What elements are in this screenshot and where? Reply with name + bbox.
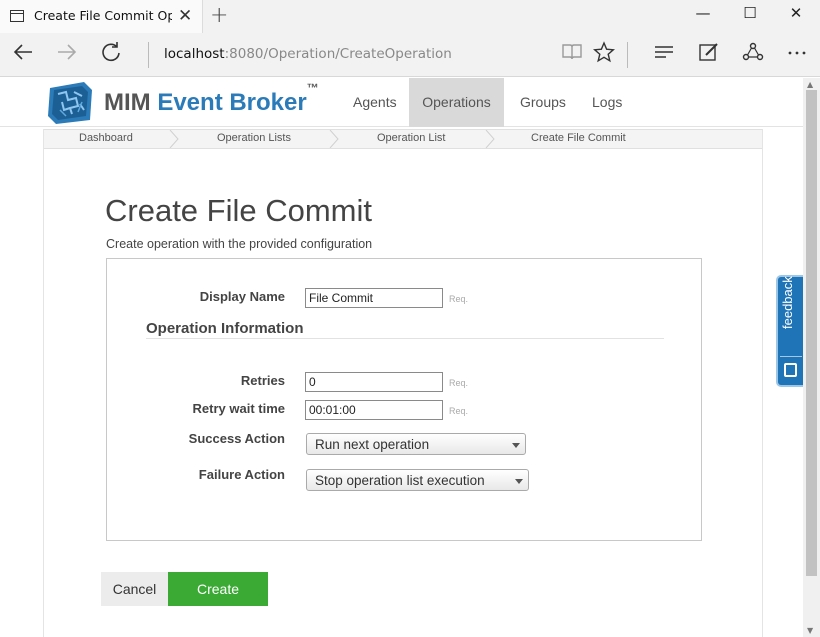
brand-trademark: ™ bbox=[306, 81, 319, 95]
success-action-value: Run next operation bbox=[315, 437, 430, 452]
maximize-button[interactable]: ☐ bbox=[727, 4, 773, 22]
scroll-down-icon[interactable]: ▼ bbox=[807, 626, 813, 635]
section-divider bbox=[146, 338, 664, 339]
breadcrumb-operation-list[interactable]: Operation List bbox=[377, 132, 445, 144]
success-action-label: Success Action bbox=[188, 431, 285, 446]
feedback-tab[interactable]: feedback bbox=[776, 275, 803, 387]
feedback-divider bbox=[780, 356, 802, 357]
feedback-icon bbox=[784, 363, 797, 377]
success-action-select[interactable]: Run next operation bbox=[306, 433, 526, 455]
operation-form: Display Name File Commit Req. Operation … bbox=[106, 258, 702, 541]
chevron-down-icon bbox=[512, 443, 520, 448]
page-subtitle: Create operation with the provided confi… bbox=[106, 237, 373, 251]
favorite-star-icon[interactable] bbox=[592, 41, 616, 68]
menu-groups[interactable]: Groups bbox=[504, 78, 582, 127]
tab-close-icon[interactable]: ✕ bbox=[178, 6, 192, 26]
minimize-button[interactable]: — bbox=[680, 4, 726, 22]
new-tab-button[interactable]: + bbox=[210, 3, 228, 28]
breadcrumb: Dashboard Operation Lists Operation List… bbox=[44, 129, 762, 149]
breadcrumb-dashboard[interactable]: Dashboard bbox=[79, 132, 133, 144]
operation-information-heading: Operation Information bbox=[146, 320, 304, 337]
menu-agents[interactable]: Agents bbox=[337, 78, 413, 127]
breadcrumb-operation-lists[interactable]: Operation Lists bbox=[217, 132, 291, 144]
address-bar[interactable]: localhost:8080/Operation/CreateOperation bbox=[164, 46, 452, 62]
display-name-label: Display Name bbox=[199, 289, 285, 304]
browser-titlebar: Create File Commit Ope ✕ + — ☐ ✕ bbox=[0, 0, 820, 33]
content-panel: Dashboard Operation Lists Operation List… bbox=[43, 129, 763, 637]
hub-icon[interactable] bbox=[653, 41, 675, 68]
failure-action-select[interactable]: Stop operation list execution bbox=[306, 469, 529, 491]
cancel-button[interactable]: Cancel bbox=[101, 572, 168, 606]
brand-logo-icon[interactable] bbox=[44, 80, 96, 126]
address-path: :8080/Operation/CreateOperation bbox=[224, 46, 452, 62]
failure-action-value: Stop operation list execution bbox=[315, 473, 485, 488]
brand-part-1: MIM bbox=[104, 89, 158, 116]
breadcrumb-separator-icon bbox=[485, 130, 495, 148]
page-icon bbox=[10, 10, 24, 22]
retries-label: Retries bbox=[240, 373, 285, 388]
tab-title: Create File Commit Ope bbox=[34, 8, 172, 23]
share-icon[interactable] bbox=[742, 41, 764, 68]
retries-input[interactable]: 0 bbox=[305, 372, 443, 392]
more-icon[interactable] bbox=[786, 41, 808, 68]
display-name-input[interactable]: File Commit bbox=[305, 288, 443, 308]
brand-part-2: Event Broker bbox=[157, 89, 307, 116]
site-header: MIM Event Broker™ Agents Operations Grou… bbox=[0, 78, 803, 127]
retry-wait-time-label: Retry wait time bbox=[192, 401, 285, 416]
create-button[interactable]: Create bbox=[168, 572, 268, 606]
retry-wait-time-input[interactable]: 00:01:00 bbox=[305, 400, 443, 420]
browser-tab[interactable]: Create File Commit Ope ✕ bbox=[0, 0, 203, 33]
breadcrumb-create-file-commit: Create File Commit bbox=[531, 132, 626, 144]
back-icon[interactable] bbox=[12, 41, 34, 68]
breadcrumb-separator-icon bbox=[329, 130, 339, 148]
forward-icon[interactable] bbox=[56, 41, 78, 68]
close-window-button[interactable]: ✕ bbox=[773, 4, 819, 22]
toolbar-separator bbox=[627, 42, 628, 68]
page-viewport: MIM Event Broker™ Agents Operations Grou… bbox=[0, 78, 803, 637]
chevron-down-icon bbox=[515, 479, 523, 484]
web-note-icon[interactable] bbox=[698, 41, 720, 68]
scroll-up-icon[interactable]: ▲ bbox=[807, 80, 813, 89]
retry-wait-time-required: Req. bbox=[449, 406, 469, 416]
page-title: Create File Commit bbox=[105, 193, 372, 228]
feedback-label: feedback bbox=[780, 276, 795, 329]
breadcrumb-separator-icon bbox=[169, 130, 179, 148]
browser-navbar: localhost:8080/Operation/CreateOperation bbox=[0, 33, 820, 77]
menu-operations[interactable]: Operations bbox=[409, 78, 504, 127]
failure-action-label: Failure Action bbox=[198, 467, 285, 482]
page-scrollbar[interactable]: ▲ ▼ bbox=[803, 78, 820, 637]
refresh-icon[interactable] bbox=[100, 41, 122, 68]
address-separator bbox=[148, 42, 149, 68]
retries-required: Req. bbox=[449, 378, 469, 388]
display-name-required: Req. bbox=[449, 294, 469, 304]
menu-logs[interactable]: Logs bbox=[576, 78, 638, 127]
address-host: localhost bbox=[164, 46, 225, 62]
reading-view-icon[interactable] bbox=[561, 41, 583, 68]
brand-name[interactable]: MIM Event Broker™ bbox=[104, 81, 319, 117]
scrollbar-thumb[interactable] bbox=[806, 90, 817, 576]
